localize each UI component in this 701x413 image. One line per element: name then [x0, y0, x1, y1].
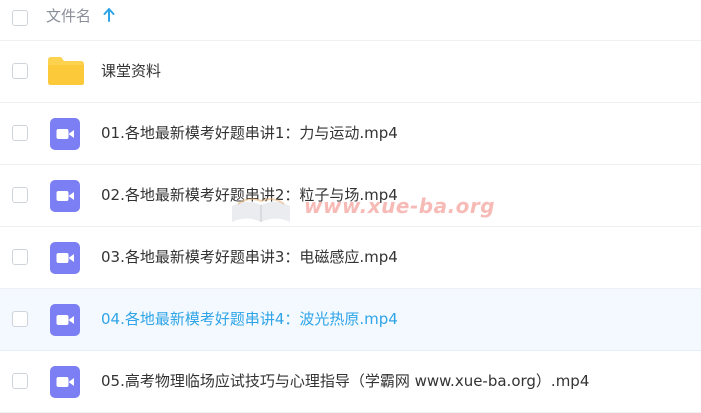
file-name[interactable]: 02.各地最新模考好题串讲2：粒子与场.mp4 [101, 185, 398, 205]
file-row-video[interactable]: 02.各地最新模考好题串讲2：粒子与场.mp4 [0, 165, 701, 227]
file-row-video-hovered[interactable]: 04.各地最新模考好题串讲4：波光热原.mp4 [0, 289, 701, 351]
file-row-video[interactable]: 03.各地最新模考好题串讲3：电磁感应.mp4 [0, 227, 701, 289]
row-checkbox[interactable] [12, 125, 28, 141]
file-row-video[interactable]: 05.高考物理临场应试技巧与心理指导（学霸网 www.xue-ba.org）.m… [0, 351, 701, 413]
video-file-icon [50, 118, 80, 150]
file-name-column-header[interactable]: 文件名 [46, 6, 91, 26]
row-checkbox[interactable] [12, 249, 28, 265]
video-file-icon [50, 366, 80, 398]
file-name[interactable]: 03.各地最新模考好题串讲3：电磁感应.mp4 [101, 247, 398, 267]
select-all-checkbox[interactable] [12, 10, 28, 26]
row-checkbox[interactable] [12, 311, 28, 327]
file-row-video[interactable]: 01.各地最新模考好题串讲1：力与运动.mp4 [0, 103, 701, 165]
video-file-icon [50, 180, 80, 212]
row-checkbox[interactable] [12, 373, 28, 389]
row-checkbox[interactable] [12, 187, 28, 203]
file-name[interactable]: 04.各地最新模考好题串讲4：波光热原.mp4 [101, 309, 398, 329]
video-file-icon [50, 242, 80, 274]
video-file-icon [50, 304, 80, 336]
file-list: 文件名 课堂资料 01.各地最新模考好题串讲1：力与运动.mp4 02.各地最新 [0, 0, 701, 413]
file-row-folder[interactable]: 课堂资料 [0, 41, 701, 103]
file-name[interactable]: 01.各地最新模考好题串讲1：力与运动.mp4 [101, 123, 398, 143]
file-list-header: 文件名 [0, 0, 701, 41]
file-name[interactable]: 课堂资料 [101, 61, 161, 81]
row-checkbox[interactable] [12, 63, 28, 79]
file-name[interactable]: 05.高考物理临场应试技巧与心理指导（学霸网 www.xue-ba.org）.m… [101, 371, 589, 391]
arrow-up-icon[interactable] [103, 7, 115, 23]
folder-icon [48, 57, 84, 85]
